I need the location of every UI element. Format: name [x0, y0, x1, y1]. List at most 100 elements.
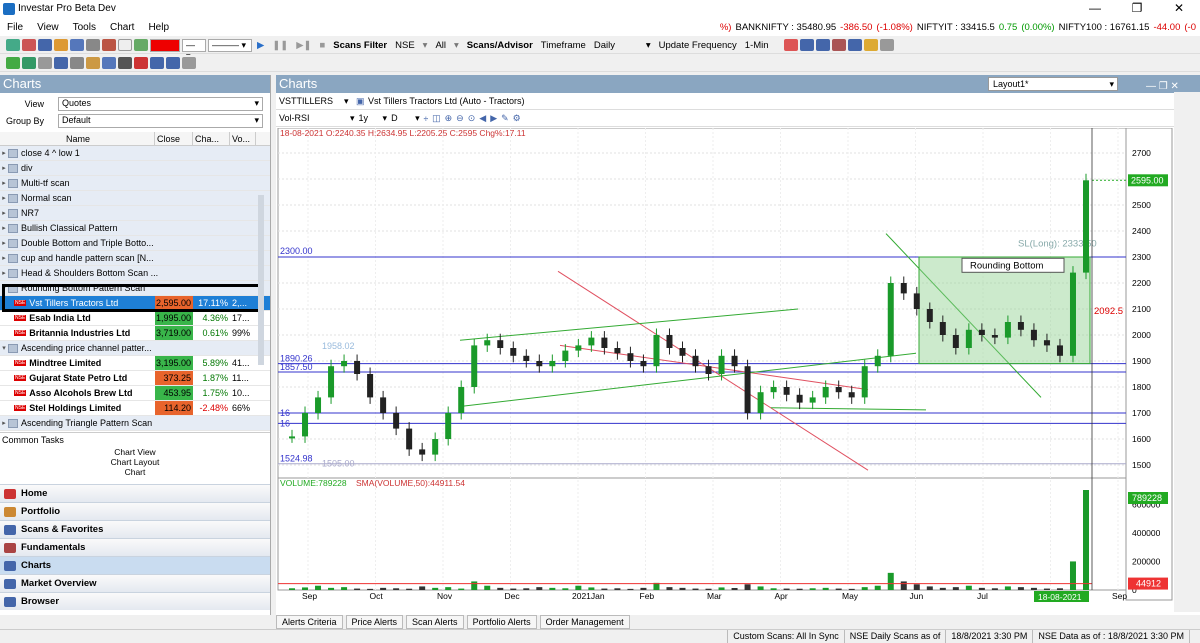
- zoom-icon[interactable]: [102, 57, 116, 69]
- scan-group-row[interactable]: ▸ close 4 ^ low 1: [0, 146, 270, 161]
- expand-icon[interactable]: ▸: [0, 224, 8, 232]
- minimize-icon[interactable]: —: [1074, 0, 1116, 18]
- template-icon[interactable]: [70, 39, 84, 51]
- lightbulb-icon[interactable]: [863, 39, 878, 51]
- indicator-icon[interactable]: [54, 39, 68, 51]
- chart-settings-icon[interactable]: ⚙: [513, 113, 521, 124]
- scan-group-row[interactable]: ▸ Bullish Classical Pattern: [0, 221, 270, 236]
- template-select[interactable]: Vol-RSI: [276, 113, 346, 123]
- sync-icon[interactable]: [22, 57, 36, 69]
- zoom-fit-icon[interactable]: ⊙: [468, 113, 476, 124]
- layers-icon[interactable]: [134, 39, 148, 51]
- nav-charts[interactable]: Charts: [0, 556, 270, 574]
- group-by-select[interactable]: Default ▾: [58, 113, 263, 128]
- refresh-icon[interactable]: [6, 57, 20, 69]
- symbol-search-icon[interactable]: ▣: [356, 96, 368, 107]
- tab-scan-alerts[interactable]: Scan Alerts: [406, 615, 464, 629]
- zoom-out-icon[interactable]: ⊖: [456, 113, 464, 124]
- stock-row[interactable]: NSE Asso Alcohols Brew Ltd 453.95 1.75% 10..…: [0, 386, 270, 401]
- period-select[interactable]: 1y: [359, 113, 379, 123]
- interval-chevron-icon[interactable]: ▾: [415, 113, 420, 124]
- expand-icon[interactable]: ▸: [0, 239, 8, 247]
- view-select[interactable]: Quotes ▾: [58, 96, 263, 111]
- expand-icon[interactable]: ▸: [0, 269, 8, 277]
- maximize-icon[interactable]: ❐: [1116, 0, 1158, 18]
- snapshot-icon[interactable]: [783, 39, 798, 51]
- template-chevron-icon[interactable]: ▾: [350, 113, 355, 124]
- col-name[interactable]: Name: [0, 132, 155, 145]
- expand-icon[interactable]: ▸: [0, 209, 8, 217]
- zoom-in-icon[interactable]: ⊕: [445, 113, 453, 124]
- interval-select[interactable]: D: [391, 113, 411, 123]
- layout-select[interactable]: Layout1* ▾: [988, 77, 1118, 91]
- stock-row[interactable]: NSE Britannia Industries Ltd 3,719.00 0.61%…: [0, 326, 270, 341]
- folder-icon[interactable]: [54, 57, 68, 69]
- price-chart[interactable]: 1500 1600 1700 1800 1900 2000 2100 2200 2300 2400…: [276, 128, 1200, 630]
- alert-icon[interactable]: [102, 39, 116, 51]
- fullscreen-icon[interactable]: [134, 57, 148, 69]
- tab-portfolio-alerts[interactable]: Portfolio Alerts: [466, 615, 537, 629]
- expand-icon[interactable]: ▸: [0, 179, 8, 187]
- expand-icon[interactable]: ▸: [0, 149, 8, 157]
- pause-icon[interactable]: ❚❚: [269, 40, 291, 51]
- tab-alerts-criteria[interactable]: Alerts Criteria: [276, 615, 343, 629]
- nav-fundamentals[interactable]: Fundamentals: [0, 538, 270, 556]
- expand-icon[interactable]: ▸: [0, 164, 8, 172]
- symbol-input[interactable]: VSTTILLERS: [276, 96, 344, 106]
- color-picker[interactable]: [150, 38, 180, 52]
- task-chart-layout[interactable]: Chart Layout: [0, 457, 270, 467]
- print-icon[interactable]: [86, 39, 100, 51]
- draw-icon[interactable]: [38, 39, 52, 51]
- table-icon[interactable]: [815, 39, 830, 51]
- annotate-icon[interactable]: ✎: [501, 113, 509, 124]
- crosshair-icon[interactable]: [86, 57, 100, 69]
- save-icon[interactable]: [38, 57, 52, 69]
- watchlist-icon[interactable]: [831, 39, 846, 51]
- play-icon[interactable]: ▶: [254, 40, 267, 51]
- settings-icon[interactable]: [847, 39, 862, 51]
- nav-scans-favorites[interactable]: Scans & Favorites: [0, 520, 270, 538]
- scan-group-row[interactable]: ▸ Normal scan: [0, 191, 270, 206]
- disk-icon[interactable]: [150, 57, 164, 69]
- chart-style-icon[interactable]: ◫: [432, 113, 441, 124]
- window-icon[interactable]: [70, 57, 84, 69]
- chart-type-icon[interactable]: [166, 57, 180, 69]
- line-width-select[interactable]: ——— ▾: [208, 38, 252, 52]
- grid-scrollbar[interactable]: [258, 195, 264, 365]
- timeframe-select[interactable]: Daily: [591, 40, 641, 51]
- stock-row[interactable]: NSE Stel Holdings Limited 114.20 -2.48% 66%: [0, 401, 270, 416]
- menu-file[interactable]: File: [0, 22, 30, 33]
- step-icon[interactable]: ▶❚: [293, 40, 314, 51]
- menu-chart[interactable]: Chart: [103, 22, 141, 33]
- stock-row[interactable]: NSE Mindtree Limited 3,195.00 5.89% 41...: [0, 356, 270, 371]
- task-chart[interactable]: Chart: [0, 467, 270, 477]
- tab-order-management[interactable]: Order Management: [539, 615, 630, 629]
- expand-icon[interactable]: ▸: [0, 419, 8, 427]
- collapse-icon[interactable]: ▾: [0, 344, 8, 352]
- tab-price-alerts[interactable]: Price Alerts: [345, 615, 404, 629]
- close-icon[interactable]: ✕: [1158, 0, 1200, 18]
- nav-market-overview[interactable]: Market Overview: [0, 574, 270, 592]
- menu-tools[interactable]: Tools: [66, 22, 103, 33]
- task-chart-view[interactable]: Chart View: [0, 447, 270, 457]
- pan-left-icon[interactable]: ◀: [479, 113, 486, 124]
- exchange-chevron-icon[interactable]: ▾: [420, 40, 431, 51]
- scan-group-row[interactable]: ▾ Ascending price channel patter...: [0, 341, 270, 356]
- segment-select[interactable]: All: [432, 40, 449, 51]
- col-close[interactable]: Close: [155, 132, 193, 145]
- grid-icon[interactable]: [6, 39, 20, 51]
- nav-browser[interactable]: Browser: [0, 592, 270, 610]
- scan-group-row[interactable]: ▸ Head & Shoulders Bottom Scan ...: [0, 266, 270, 281]
- export-icon[interactable]: [879, 39, 894, 51]
- pointer-icon[interactable]: [118, 57, 132, 69]
- timeframe-chevron-icon[interactable]: ▾: [643, 40, 654, 51]
- compare-icon[interactable]: [799, 39, 814, 51]
- more-icon[interactable]: [182, 57, 196, 69]
- pan-right-icon[interactable]: ▶: [490, 113, 497, 124]
- scan-group-row[interactable]: ▸ Multi-tf scan: [0, 176, 270, 191]
- menu-view[interactable]: View: [30, 22, 66, 33]
- scan-group-row[interactable]: ▸ div: [0, 161, 270, 176]
- scan-group-row[interactable]: ▸ NR7: [0, 206, 270, 221]
- nav-home[interactable]: Home: [0, 484, 270, 502]
- scan-group-row[interactable]: ▸ Double Bottom and Triple Botto...: [0, 236, 270, 251]
